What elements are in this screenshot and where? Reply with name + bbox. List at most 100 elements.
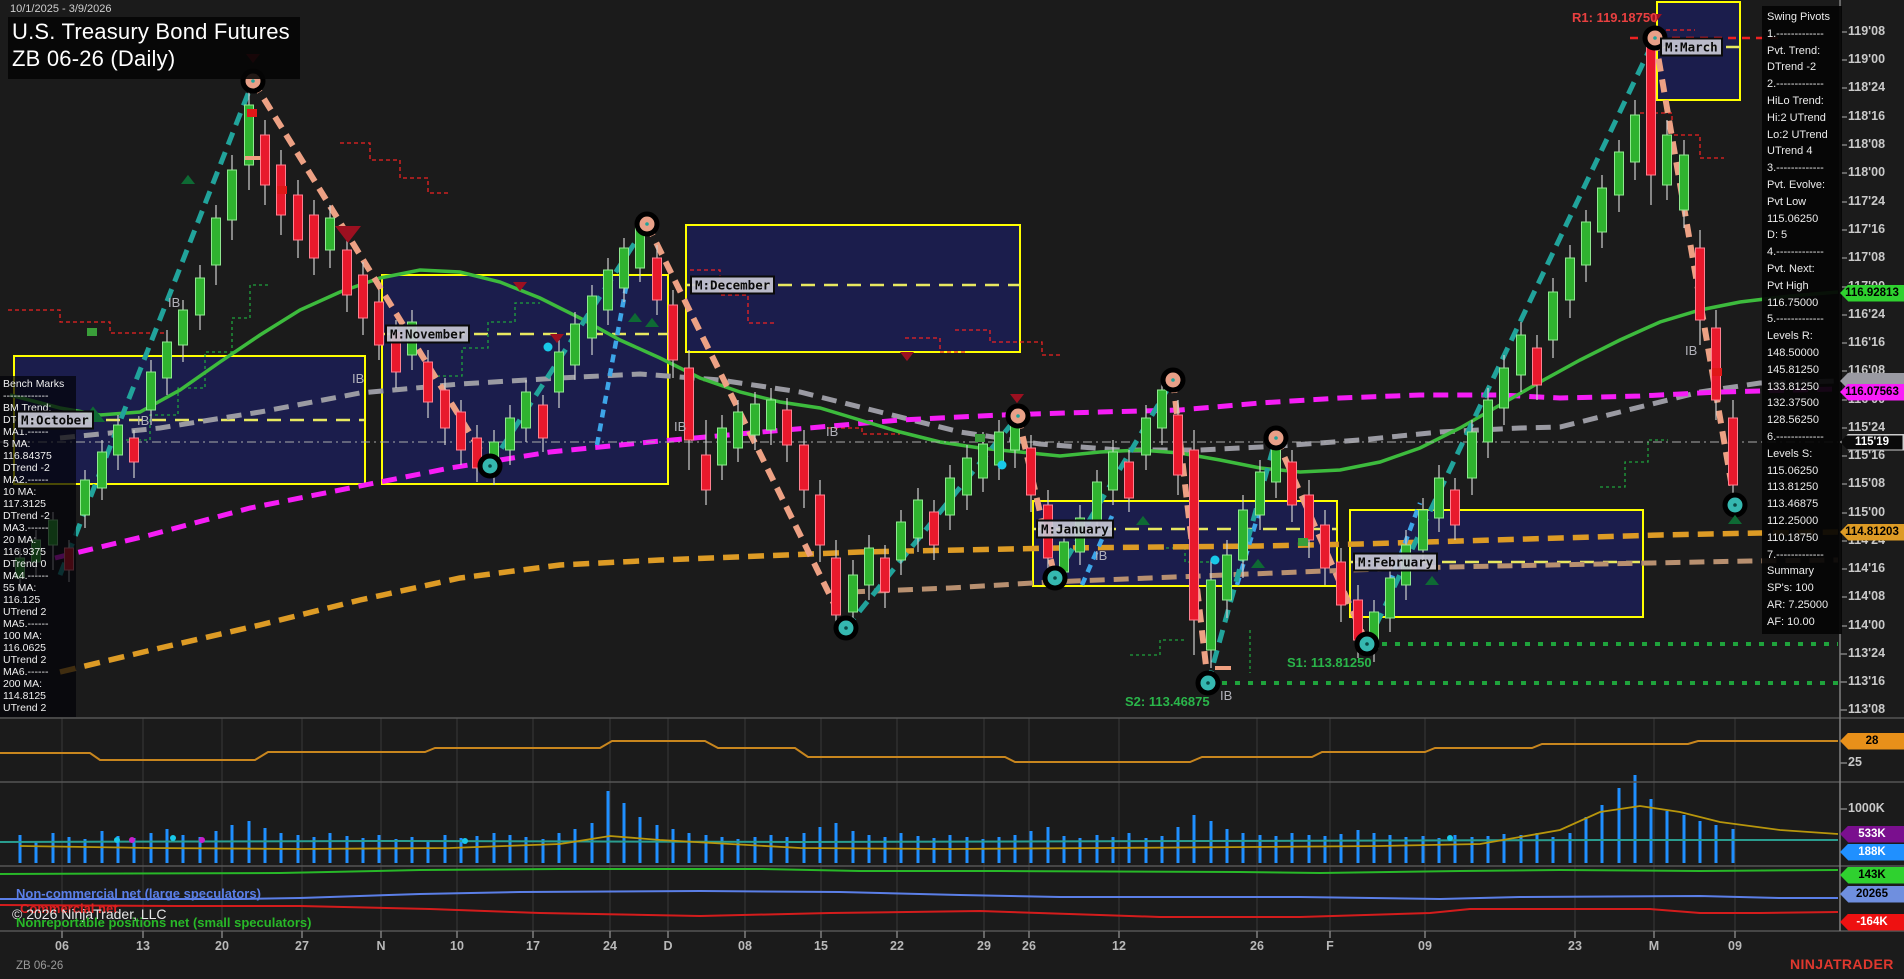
swing-pivots-line: D: 5 — [1767, 229, 1788, 242]
price-tick-label: 116'24 — [1848, 307, 1886, 321]
s1-pivot-label: S1: 113.81250 — [1287, 655, 1372, 670]
price-tick-label: 113'08 — [1848, 702, 1886, 716]
bench-marks-line: 10 MA: — [3, 486, 37, 498]
swing-pivots-line: 6.------------- — [1767, 430, 1824, 443]
bench-marks-line: DTrend -2 — [3, 462, 50, 474]
ib-label: IB — [352, 371, 365, 386]
bench-marks-line: 55 MA: — [3, 582, 37, 594]
time-tick-label: 26 — [1250, 939, 1264, 953]
ib-label: IB — [1685, 343, 1698, 358]
swing-pivots-line: 128.56250 — [1767, 414, 1819, 427]
swing-pivots-line: 132.37500 — [1767, 397, 1819, 410]
price-tick-label: 117'08 — [1848, 250, 1886, 264]
bench-marks-line: 20 MA: — [3, 534, 37, 546]
time-tick-label: 10 — [450, 939, 464, 953]
ib-label: IB — [1095, 548, 1108, 563]
swing-pivots-line: 2.------------- — [1767, 78, 1824, 91]
time-tick-label: 27 — [295, 939, 309, 953]
swing-pivots-line: Levels R: — [1767, 330, 1813, 343]
month-range-label-m-december[interactable]: M:December — [690, 275, 776, 295]
swing-pivots-line: DTrend -2 — [1767, 61, 1817, 74]
chart-surface[interactable] — [0, 0, 1904, 979]
price-tick-label: 118'08 — [1848, 137, 1886, 151]
price-tick-label: 119'00 — [1848, 52, 1886, 66]
time-tick-label: 12 — [1112, 939, 1126, 953]
bench-marks-line: 116.84375 — [3, 450, 52, 462]
time-tick-label: 24 — [603, 939, 617, 953]
date-range: 10/1/2025 - 3/9/2026 — [10, 3, 112, 15]
swing-pivots-line: 115.06250 — [1767, 212, 1819, 225]
price-tick-label: 25 — [1848, 755, 1862, 769]
bench-marks-line: 114.8125 — [3, 690, 47, 702]
swing-pivots-line: Levels S: — [1767, 447, 1813, 460]
month-boxes — [13, 1, 1741, 618]
swing-pivots-line: Lo:2 UTrend — [1767, 128, 1828, 141]
bench-marks-line: MA6.------ — [3, 666, 49, 678]
ninjatrader-chart-window: 10/1/2025 - 3/9/2026 U.S. Treasury Bond … — [0, 0, 1904, 979]
swing-pivots-line: AR: 7.25000 — [1767, 598, 1829, 611]
volume-panel — [0, 775, 1839, 863]
month-range-label-m-november[interactable]: M:November — [385, 324, 471, 344]
bench-marks-line: UTrend 2 — [3, 654, 47, 666]
swing-pivots-line: 7.------------- — [1767, 548, 1824, 561]
ninjatrader-logo: NINJATRADER — [1790, 956, 1894, 972]
swing-pivots-line: Pvt High — [1767, 279, 1809, 292]
bench-marks-line: 117.3125 — [3, 498, 47, 510]
time-tick-label: 26 — [1022, 939, 1036, 953]
price-tick-label: 113'16 — [1848, 674, 1886, 688]
price-tick-label: 118'00 — [1848, 165, 1886, 179]
bench-marks-line: MA4.------ — [3, 570, 49, 582]
swing-pivots-line: 148.50000 — [1767, 346, 1819, 359]
price-badge-115'19: 115'19 — [1840, 433, 1904, 451]
price-badge-116.92813: 116.92813 — [1840, 284, 1904, 302]
swing-pivots-line: 3.------------- — [1767, 162, 1824, 175]
cot-legend-nonreportable: Nonreportable positions net (small specu… — [16, 915, 312, 930]
swing-pivots-line: 145.81250 — [1767, 363, 1819, 376]
swing-pivots-line: 112.25000 — [1767, 514, 1819, 527]
month-range-label-m-january[interactable]: M:January — [1036, 519, 1114, 539]
bench-marks-line: Bench Marks — [3, 378, 65, 390]
swing-pivots-line: Summary — [1767, 565, 1815, 578]
bench-marks-line: 116.125 — [3, 594, 41, 606]
swing-pivots-line: 113.46875 — [1767, 498, 1819, 511]
month-range-label-m-october[interactable]: M:October — [16, 410, 94, 430]
r1-pivot-label: R1: 119.18750 — [1572, 10, 1658, 25]
bench-marks-line: 116.0625 — [3, 642, 47, 654]
price-tick-label: 115'08 — [1848, 476, 1886, 490]
ib-label: IB — [1220, 688, 1233, 703]
bench-marks-line: UTrend 2 — [3, 606, 47, 618]
ib-label: IB — [137, 413, 150, 428]
price-tick-label: 118'16 — [1848, 109, 1886, 123]
ib-label: IB — [168, 295, 181, 310]
price-tick-label: 117'16 — [1848, 222, 1886, 236]
chart-title-line2: ZB 06-26 (Daily) — [12, 45, 176, 71]
bench-marks-line: DTrend -2 — [3, 510, 50, 522]
chart-title-line1: U.S. Treasury Bond Futures — [12, 19, 290, 44]
bench-marks-line: 116.9375 — [3, 546, 47, 558]
time-tick-label: 13 — [136, 939, 150, 953]
swing-pivots-line: 115.06250 — [1767, 464, 1819, 477]
swing-pivots-line: 133.81250 — [1767, 380, 1819, 393]
bench-marks-line: ------------- — [3, 390, 49, 402]
time-tick-label: 09 — [1728, 939, 1742, 953]
bench-marks-line: MA2.------ — [3, 474, 49, 486]
swing-pivots-line: SP's: 100 — [1767, 582, 1814, 595]
swing-pivots-line: AF: 10.00 — [1767, 615, 1815, 628]
cot-legend-noncommercial: Non-commercial net (large speculators) — [16, 886, 261, 901]
time-tick-label: 29 — [977, 939, 991, 953]
price-tick-label: 1000K — [1848, 801, 1885, 815]
time-tick-label: D — [663, 939, 673, 953]
swing-pivots-line: 5.------------- — [1767, 313, 1824, 326]
month-range-label-m-february[interactable]: M:February — [1353, 552, 1439, 572]
time-tick-label: F — [1326, 939, 1334, 953]
ib-label: IB — [826, 424, 839, 439]
instrument-tab-label[interactable]: ZB 06-26 — [16, 960, 63, 972]
bench-marks-line: MA3.------ — [3, 522, 49, 534]
month-range-label-m-march[interactable]: M:March — [1660, 37, 1723, 57]
price-badge-116.07563: 116.07563 — [1840, 383, 1904, 401]
price-badge-20265: 20265 — [1840, 885, 1904, 903]
swing-pivots-line: Swing Pivots — [1767, 11, 1830, 23]
bench-marks-line: 5 MA: — [3, 438, 31, 450]
lower-panel-gridlines — [61, 718, 1736, 931]
price-tick-label: 117'24 — [1848, 194, 1886, 208]
